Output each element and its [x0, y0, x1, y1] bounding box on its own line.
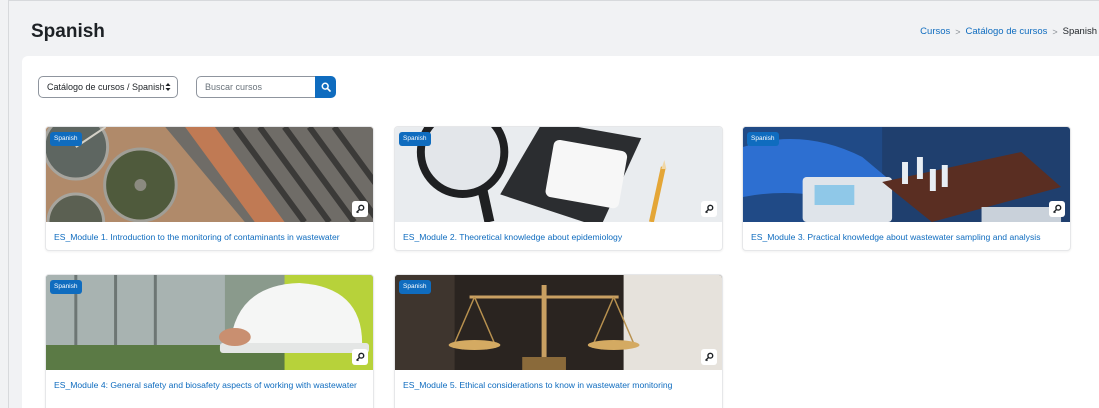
language-badge: Spanish [399, 280, 431, 294]
course-image-magnifier[interactable]: Spanish [395, 127, 722, 222]
breadcrumb-separator: > [1052, 26, 1058, 37]
breadcrumb-separator: > [955, 26, 961, 37]
course-image [395, 275, 722, 370]
page-title: Spanish [31, 21, 105, 42]
language-badge: Spanish [747, 132, 779, 146]
course-image-treatment-plant[interactable]: Spanish [46, 127, 373, 222]
course-image-scales[interactable]: Spanish [395, 275, 722, 370]
breadcrumb-cursos[interactable]: Cursos [920, 26, 950, 37]
sort-caret-icon [165, 77, 171, 105]
course-image-hard-hat[interactable]: Spanish [46, 275, 373, 370]
category-select[interactable]: Catálogo de cursos / Spanish [38, 76, 178, 98]
course-search [196, 76, 336, 98]
course-image [395, 127, 722, 222]
search-button[interactable] [315, 76, 336, 98]
search-icon [321, 82, 331, 92]
language-badge: Spanish [399, 132, 431, 146]
self-enrol-key-icon [701, 201, 717, 217]
course-card[interactable]: Spanish ES_Module 4: General safety and … [45, 274, 374, 408]
main-content: Catálogo de cursos / Spanish Buscar curs… [22, 56, 1099, 408]
course-title-link[interactable]: ES_Module 3. Practical knowledge about w… [751, 231, 1062, 244]
course-card[interactable]: Spanish ES_Module 3. Practical knowledge… [742, 126, 1071, 251]
self-enrol-key-icon [352, 201, 368, 217]
course-image [743, 127, 1070, 222]
course-title-link[interactable]: ES_Module 2. Theoretical knowledge about… [403, 231, 714, 244]
search-input[interactable] [196, 76, 315, 98]
self-enrol-key-icon [1049, 201, 1065, 217]
course-card[interactable]: Spanish ES_Module 1. Introduction to the… [45, 126, 374, 251]
breadcrumb-catalogo[interactable]: Catálogo de cursos [966, 26, 1048, 37]
course-image [46, 275, 373, 370]
course-title-link[interactable]: ES_Module 4: General safety and biosafet… [54, 379, 365, 392]
breadcrumb-current: Spanish [1062, 26, 1097, 37]
course-title-link[interactable]: ES_Module 1. Introduction to the monitor… [54, 231, 365, 244]
category-select-value: Catálogo de cursos / Spanish [47, 82, 165, 92]
self-enrol-key-icon [352, 349, 368, 365]
course-card[interactable]: Spanish ES_Module 2. Theoretical knowled… [394, 126, 723, 251]
breadcrumb: Cursos > Catálogo de cursos > Spanish [920, 26, 1097, 37]
course-image [46, 127, 373, 222]
page-header: Spanish Cursos > Catálogo de cursos > Sp… [9, 1, 1099, 51]
language-badge: Spanish [50, 132, 82, 146]
course-title-link[interactable]: ES_Module 5. Ethical considerations to k… [403, 379, 714, 392]
course-image-lab-sampling[interactable]: Spanish [743, 127, 1070, 222]
self-enrol-key-icon [701, 349, 717, 365]
language-badge: Spanish [50, 280, 82, 294]
course-card[interactable]: Spanish ES_Module 5. Ethical considerati… [394, 274, 723, 408]
